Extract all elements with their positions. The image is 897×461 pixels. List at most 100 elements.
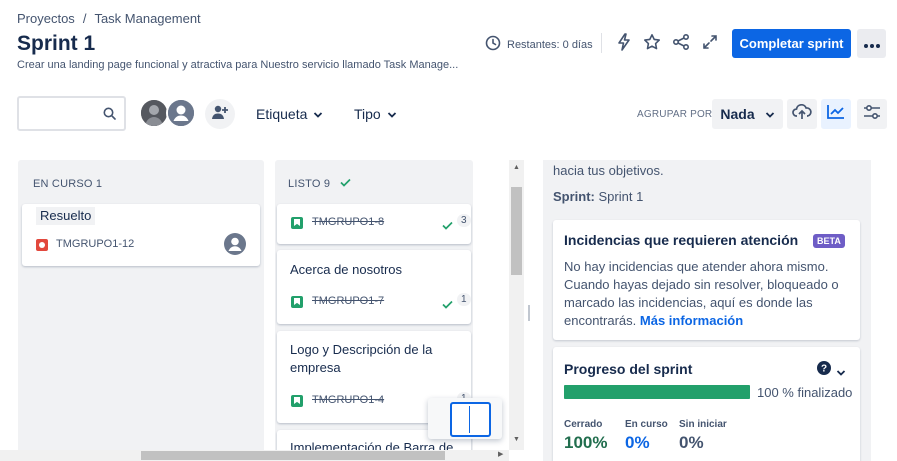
avatar-group	[139, 98, 199, 130]
group-by-label: AGRUPAR POR	[637, 109, 713, 120]
check-icon	[340, 178, 351, 190]
sprint-description: Crear una landing page funcional y atrac…	[17, 59, 459, 71]
remaining-text: Restantes: 0 días	[507, 38, 593, 51]
board-horizontal-scrollbar[interactable]: ▶	[0, 450, 509, 461]
stat-value: 100%	[564, 433, 608, 452]
column-title: LISTO 9	[288, 178, 331, 190]
column-header: LISTO 9	[288, 178, 351, 190]
board-vertical-scrollbar[interactable]: ▲ ▼	[509, 160, 524, 450]
automation-button[interactable]	[613, 32, 635, 56]
sprint-progress-card: Progreso del sprint ? 100 % finalizado C…	[553, 347, 860, 461]
more-icon	[863, 35, 880, 53]
scroll-down-arrow[interactable]: ▼	[513, 436, 520, 443]
beta-badge: BETA	[813, 234, 845, 248]
breadcrumb-projects-link[interactable]: Proyectos	[17, 11, 75, 26]
progress-title: Progreso del sprint	[564, 361, 693, 377]
group-by-select[interactable]: Nada	[712, 99, 783, 129]
expand-icon	[702, 34, 718, 55]
avatar[interactable]	[166, 98, 196, 128]
subtask-count: 1	[457, 293, 471, 306]
avatar[interactable]	[139, 98, 169, 128]
scroll-right-arrow[interactable]: ▶	[498, 450, 503, 458]
settings-sliders-icon	[863, 104, 881, 125]
cloud-upload-icon	[792, 103, 812, 125]
column-title: EN CURSO 1	[33, 178, 103, 190]
check-icon	[442, 217, 453, 235]
more-actions-button[interactable]	[857, 29, 886, 58]
attention-card: Incidencias que requieren atención BETA …	[553, 220, 860, 340]
clock-icon	[485, 35, 501, 54]
search-field[interactable]	[17, 96, 126, 131]
star-icon	[643, 33, 661, 56]
fullscreen-button[interactable]	[699, 33, 721, 55]
attention-title: Incidencias que requieren atención	[564, 232, 799, 248]
search-input[interactable]	[25, 98, 105, 128]
drag-drop-target[interactable]	[428, 398, 502, 439]
scrollbar-thumb[interactable]	[141, 451, 445, 460]
board-column-in-progress: EN CURSO 1 Resuelto TMGRUPO1-12	[18, 160, 264, 461]
label-filter-text: Etiqueta	[256, 106, 308, 122]
release-button[interactable]	[787, 99, 817, 129]
more-info-link[interactable]: Más información	[640, 313, 743, 328]
stat-value: 0%	[679, 433, 704, 452]
divider	[601, 33, 602, 53]
story-icon	[291, 217, 303, 229]
help-icon[interactable]: ?	[817, 361, 831, 380]
page-title: Sprint 1	[17, 32, 96, 55]
complete-sprint-button[interactable]: Completar sprint	[732, 29, 851, 58]
remaining-days: Restantes: 0 días	[485, 35, 593, 54]
type-filter-text: Tipo	[354, 106, 381, 122]
bug-icon	[36, 239, 48, 251]
stat-not-started: Sin iniciar 0%	[679, 419, 727, 453]
insights-panel: hacia tus objetivos. Sprint: Sprint 1 In…	[543, 160, 871, 461]
story-icon	[291, 395, 303, 407]
issue-key[interactable]: TMGRUPO1-8	[312, 216, 384, 228]
svg-text:?: ?	[821, 364, 827, 375]
stat-value: 0%	[625, 433, 650, 452]
share-button[interactable]	[670, 33, 692, 55]
sprint-info: Sprint: Sprint 1	[553, 188, 643, 206]
issue-key[interactable]: TMGRUPO1-12	[56, 238, 134, 250]
breadcrumb-project-link[interactable]: Task Management	[94, 11, 200, 26]
lightning-icon	[616, 32, 632, 56]
progress-bar	[564, 385, 750, 399]
stat-in-progress: En curso 0%	[625, 419, 668, 453]
breadcrumb-separator: /	[82, 11, 87, 26]
label-filter-dropdown[interactable]: Etiqueta	[256, 106, 323, 122]
issue-card[interactable]: Acerca de nosotros TMGRUPO1-7 1	[277, 250, 471, 324]
stat-label: En curso	[625, 419, 668, 430]
subtask-count: 3	[457, 214, 471, 227]
scroll-up-arrow[interactable]: ▲	[513, 164, 520, 171]
sprint-label: Sprint:	[553, 189, 595, 204]
issue-key[interactable]: TMGRUPO1-4	[312, 394, 384, 406]
chevron-down-icon	[313, 106, 323, 122]
scrollbar-thumb[interactable]	[511, 187, 522, 275]
attention-body: No hay incidencias que atender ahora mis…	[564, 258, 844, 330]
chart-icon	[826, 104, 846, 125]
issue-key[interactable]: TMGRUPO1-7	[312, 295, 384, 307]
type-filter-dropdown[interactable]: Tipo	[354, 106, 397, 122]
issue-card[interactable]: Resuelto TMGRUPO1-12	[22, 204, 260, 266]
issue-card[interactable]: TMGRUPO1-8 3	[277, 204, 471, 244]
assignee-avatar[interactable]	[224, 233, 246, 255]
view-settings-button[interactable]	[857, 99, 887, 129]
sprint-value: Sprint 1	[598, 189, 644, 204]
card-title: Logo y Descripción de la empresa	[290, 342, 433, 375]
insights-button[interactable]	[821, 99, 851, 129]
stat-closed: Cerrado 100%	[564, 419, 607, 453]
stat-label: Cerrado	[564, 419, 603, 430]
add-person-icon	[211, 104, 229, 125]
group-by-value: Nada	[720, 106, 755, 122]
star-button[interactable]	[641, 33, 663, 55]
panel-resize-handle[interactable]	[528, 305, 530, 321]
card-title: Resuelto	[36, 207, 96, 225]
chevron-down-icon[interactable]	[836, 364, 846, 382]
share-icon	[672, 33, 690, 56]
card-title: Acerca de nosotros	[290, 262, 403, 277]
stat-label: Sin iniciar	[679, 419, 727, 430]
divider	[469, 406, 470, 433]
sprint-goal-text: hacia tus objetivos.	[553, 163, 664, 178]
check-icon	[442, 296, 453, 314]
add-people-button[interactable]	[205, 99, 235, 129]
drop-placeholder	[450, 402, 491, 437]
